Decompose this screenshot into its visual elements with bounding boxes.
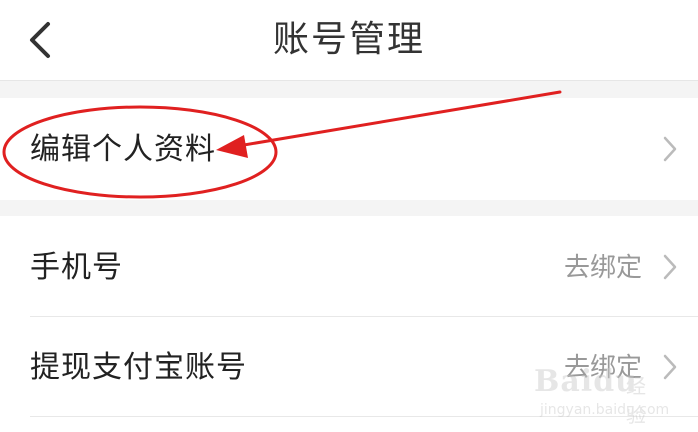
- settings-group-profile: 编辑个人资料: [0, 98, 698, 200]
- settings-group-accounts: 手机号 去绑定 提现支付宝账号 去绑定: [0, 216, 698, 432]
- row-phone-number[interactable]: 手机号 去绑定: [0, 216, 698, 316]
- row-phone-number-label: 手机号: [30, 250, 123, 285]
- row-alipay-account[interactable]: 提现支付宝账号 去绑定: [0, 317, 698, 417]
- row-edit-profile[interactable]: 编辑个人资料: [0, 98, 698, 200]
- row-phone-number-value: 去绑定: [563, 253, 642, 283]
- chevron-right-icon: [663, 136, 677, 162]
- chevron-right-icon: [663, 354, 677, 380]
- row-alipay-account-value: 去绑定: [563, 353, 642, 383]
- app-header: 账号管理: [0, 0, 698, 81]
- row-divider: [30, 416, 698, 417]
- page-title: 账号管理: [272, 19, 425, 60]
- row-alipay-account-label: 提现支付宝账号: [30, 350, 247, 385]
- chevron-right-icon: [663, 254, 677, 280]
- row-edit-profile-label: 编辑个人资料: [30, 132, 216, 167]
